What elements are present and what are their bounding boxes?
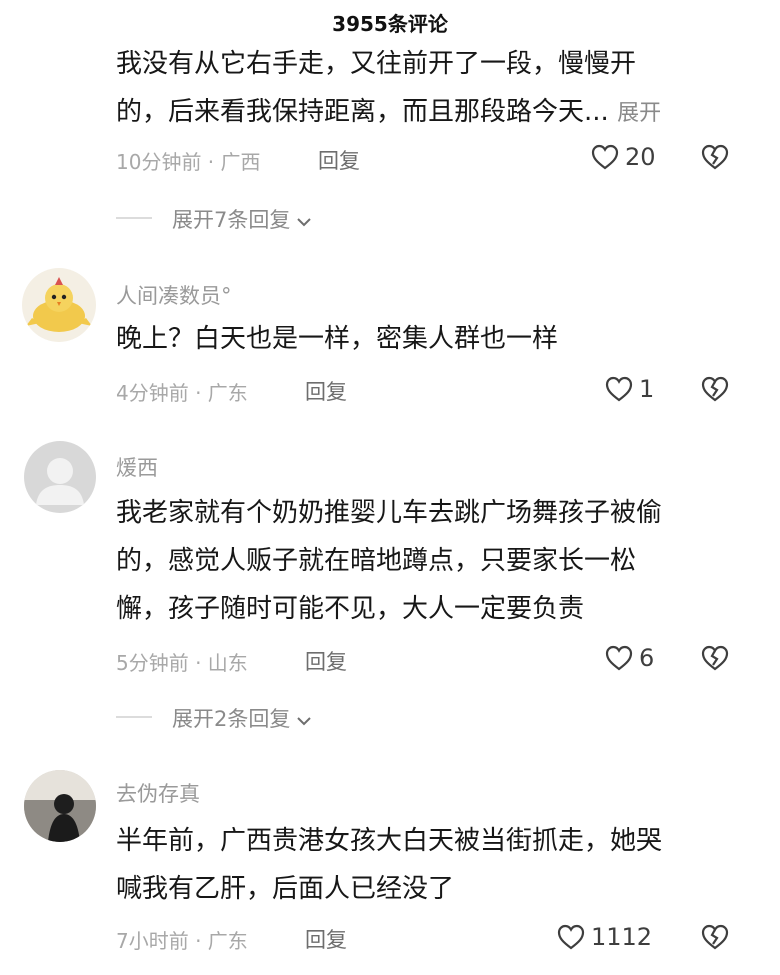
reply-button[interactable]: 回复 [305, 646, 347, 676]
comment-text-line: 的，感觉人贩子就在暗地蹲点，只要家长一松 [116, 546, 637, 576]
comment-text-line: 的，后来看我保持距离，而且那段路今天... 展开 [116, 88, 661, 138]
comment-text-line: 我没有从它右手走，又往前开了一段，慢慢开 [116, 49, 637, 79]
comment-text-line: 喊我有乙肝，后面人已经没了 [116, 874, 455, 904]
heart-outline-icon[interactable] [604, 375, 634, 403]
comment-text: 的，后来看我保持距离，而且那段路今天... [116, 97, 609, 127]
heart-outline-icon[interactable] [556, 923, 586, 951]
like-count: 6 [639, 644, 655, 672]
comment-text-line: 懈，孩子随时可能不见，大人一定要负责 [116, 594, 585, 624]
expand-replies-button[interactable]: 展开7条回复 [172, 204, 312, 234]
username[interactable]: 煖西 [116, 452, 158, 482]
like-count: 1 [639, 375, 655, 403]
username[interactable]: 人间凑数员° [116, 280, 232, 310]
broken-heart-icon[interactable] [700, 923, 730, 951]
broken-heart-icon[interactable] [700, 644, 730, 672]
comment-time-location: 7小时前 · 广东 [116, 929, 248, 953]
chevron-down-icon [296, 209, 312, 233]
broken-heart-icon[interactable] [700, 143, 730, 171]
like-count: 1112 [591, 923, 653, 951]
comment-time-location: 5分钟前 · 山东 [116, 651, 248, 675]
avatar[interactable] [24, 770, 96, 842]
avatar[interactable] [22, 268, 96, 342]
comment-time-location: 4分钟前 · 广东 [116, 381, 248, 405]
like-count: 20 [625, 143, 656, 171]
comment-text-line: 晚上？白天也是一样，密集人群也一样 [116, 324, 559, 354]
broken-heart-icon[interactable] [700, 375, 730, 403]
comment-time-location: 10分钟前 · 广西 [116, 150, 261, 174]
expand-replies-label: 展开2条回复 [172, 707, 291, 731]
avatar[interactable] [24, 441, 96, 513]
chevron-down-icon [296, 708, 312, 732]
username[interactable]: 去伪存真 [116, 778, 200, 808]
reply-button[interactable]: 回复 [305, 924, 347, 954]
comment-text-line: 我老家就有个奶奶推婴儿车去跳广场舞孩子被偷 [116, 498, 663, 528]
heart-outline-icon[interactable] [604, 644, 634, 672]
expand-text-link[interactable]: 展开 [617, 101, 661, 126]
expand-replies-button[interactable]: 展开2条回复 [172, 703, 312, 733]
reply-button[interactable]: 回复 [305, 376, 347, 406]
reply-button[interactable]: 回复 [318, 145, 360, 175]
expand-replies-label: 展开7条回复 [172, 208, 291, 232]
comment-text-line: 半年前，广西贵港女孩大白天被当街抓走，她哭 [116, 826, 663, 856]
heart-outline-icon[interactable] [590, 143, 620, 171]
reply-divider [116, 217, 152, 219]
reply-divider [116, 716, 152, 718]
comments-count-title: 3955条评论 [332, 12, 448, 36]
